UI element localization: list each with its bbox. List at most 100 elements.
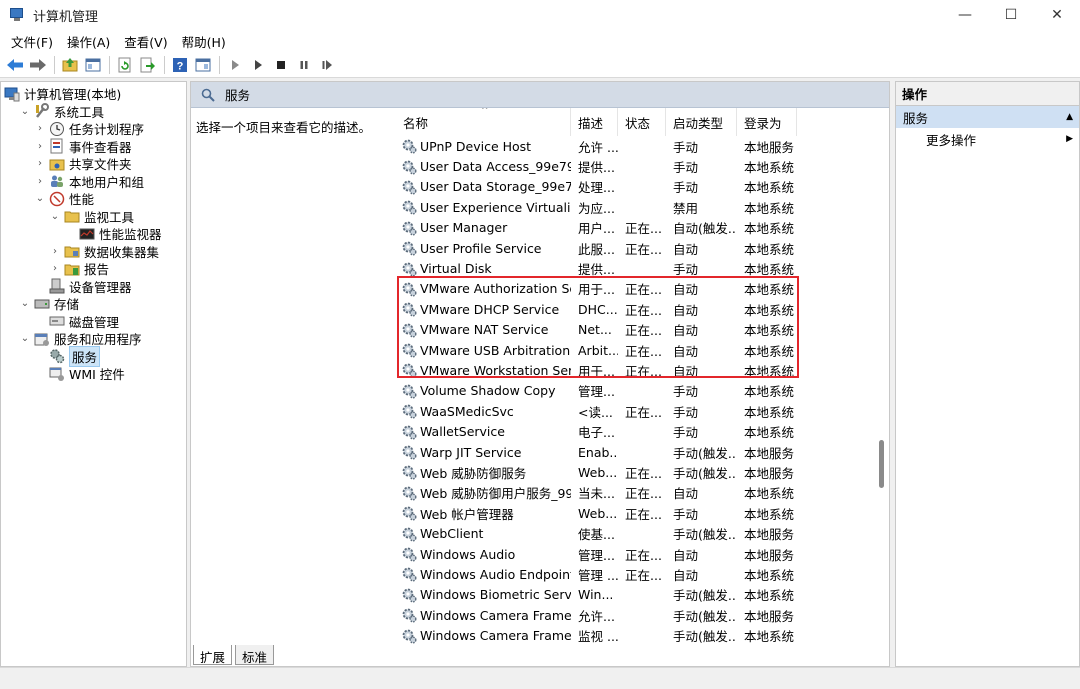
tree-item-label: 系统工具 <box>54 104 105 120</box>
tree-item[interactable]: 设备管理器 <box>34 278 132 295</box>
show-hide-tree-button[interactable] <box>82 54 104 76</box>
column-header-description[interactable]: 描述 <box>571 108 618 136</box>
service-startup-type: 自动 <box>673 567 699 583</box>
scrollbar-thumb[interactable] <box>879 440 884 488</box>
expanded-chevron-icon[interactable]: ⌄ <box>19 298 31 309</box>
collapsed-chevron-icon[interactable]: › <box>34 123 46 134</box>
collapsed-chevron-icon[interactable]: › <box>34 158 46 169</box>
service-row[interactable]: Windows Camera Frame Ser... 监视 ... 手动(触发..… <box>396 625 889 644</box>
service-row[interactable]: Windows Audio Endpoint B... 管理 ... 正在... 自动… <box>396 564 889 584</box>
more-actions-item[interactable]: 更多操作 ▶ <box>896 128 1079 150</box>
tree-item[interactable]: WMI 控件 <box>34 365 125 382</box>
service-startup-type: 自动 <box>673 241 699 257</box>
service-row[interactable]: VMware DHCP Service DHC... 正在... 自动 本地系统 <box>396 299 889 319</box>
collapsed-chevron-icon[interactable]: › <box>34 141 46 152</box>
start-service-alt-button[interactable] <box>247 54 269 76</box>
tree-item[interactable]: › 事件查看器 <box>34 138 132 155</box>
refresh-button[interactable] <box>114 54 136 76</box>
restart-service-button[interactable] <box>316 54 338 76</box>
toolbar-separator <box>164 55 165 74</box>
column-header-name[interactable]: 名称 ^ <box>396 108 571 136</box>
minimize-button[interactable]: — <box>942 0 988 30</box>
expanded-chevron-icon[interactable]: ⌄ <box>34 193 46 204</box>
service-name: Volume Shadow Copy <box>396 383 571 399</box>
service-description: 允许 ... <box>578 139 618 155</box>
tree-item[interactable]: ⌄ 性能 <box>34 190 94 207</box>
tree-item[interactable]: › 数据收集器集 <box>49 243 159 260</box>
forward-button[interactable] <box>27 54 49 76</box>
menu-file[interactable]: 文件(F) <box>4 32 60 51</box>
service-row[interactable]: User Data Access_99e79 提供... 手动 本地系统 <box>396 156 889 176</box>
service-row[interactable]: Volume Shadow Copy 管理... 手动 本地系统 <box>396 381 889 401</box>
service-row[interactable]: Windows Camera Frame S... 允许... 手动(触发... 本地… <box>396 605 889 625</box>
service-row[interactable]: WaaSMedicSvc <读... 正在... 手动 本地系统 <box>396 401 889 421</box>
service-row[interactable]: WebClient 使基... 手动(触发... 本地服务 <box>396 523 889 543</box>
service-row[interactable]: User Experience Virtualizat... 为应... 禁用 本地系… <box>396 197 889 217</box>
column-header-log-on-as[interactable]: 登录为 <box>737 108 797 136</box>
service-row[interactable]: VMware Authorization Ser... 用于... 正在... 自动 本… <box>396 279 889 299</box>
service-row[interactable]: Windows Biometric Service Win... 手动(触发... 本… <box>396 585 889 605</box>
tab-extended[interactable]: 扩展 <box>193 645 233 665</box>
menu-view[interactable]: 查看(V) <box>117 32 174 51</box>
vertical-scrollbar[interactable] <box>876 110 888 640</box>
clock-icon <box>49 121 65 137</box>
service-row[interactable]: User Data Storage_99e79 处理... 手动 本地系统 <box>396 177 889 197</box>
tree-item[interactable]: 性能监视器 <box>64 225 162 242</box>
service-row[interactable]: VMware USB Arbitration S... Arbit... 正在...… <box>396 340 889 360</box>
service-row[interactable]: Warp JIT Service Enab... 手动(触发... 本地服务 <box>396 442 889 462</box>
stop-service-button[interactable] <box>270 54 292 76</box>
collapsed-chevron-icon[interactable]: › <box>49 263 61 274</box>
expanded-chevron-icon[interactable]: ⌄ <box>19 106 31 117</box>
tree-item[interactable]: 磁盘管理 <box>34 313 119 330</box>
menu-help[interactable]: 帮助(H) <box>175 32 233 51</box>
collapsed-chevron-icon[interactable]: › <box>49 246 61 257</box>
maximize-button[interactable]: ☐ <box>988 0 1034 30</box>
tree-item[interactable]: › 任务计划程序 <box>34 120 144 137</box>
tree-item[interactable]: ⌄ 服务和应用程序 <box>19 330 142 347</box>
tree-item[interactable]: 服务 <box>34 345 101 367</box>
back-button[interactable] <box>4 54 26 76</box>
close-button[interactable]: ✕ <box>1034 0 1080 30</box>
service-row[interactable]: Windows Audio 管理... 正在... 自动 本地服务 <box>396 544 889 564</box>
pause-service-button[interactable] <box>293 54 315 76</box>
stop-icon <box>277 60 285 69</box>
actions-section-services[interactable]: 服务 ▲ <box>896 106 1079 128</box>
service-row[interactable]: Web 帐户管理器 Web... 正在... 手动 本地系统 <box>396 503 889 523</box>
service-row[interactable]: Virtual Disk 提供... 手动 本地系统 <box>396 258 889 278</box>
help-button[interactable]: ? <box>169 54 191 76</box>
service-name: User Manager <box>396 220 571 236</box>
service-row[interactable]: VMware NAT Service Net... 正在... 自动 本地系统 <box>396 320 889 340</box>
service-log-on-as: 本地系统 <box>744 160 795 176</box>
service-gear-icon <box>401 240 417 256</box>
service-row[interactable]: Web 威胁防御服务 Web... 正在... 手动(触发... 本地服务 <box>396 462 889 482</box>
service-row[interactable]: UPnP Device Host 允许 ... 手动 本地服务 <box>396 136 889 156</box>
device-manager-icon <box>49 278 65 294</box>
tree-item[interactable]: › 报告 <box>49 260 109 277</box>
service-row[interactable]: User Manager 用户... 正在... 自动(触发... 本地系统 <box>396 218 889 238</box>
tree-item[interactable]: 计算机管理(本地) <box>4 85 121 102</box>
tree-item[interactable]: › 本地用户和组 <box>34 173 144 190</box>
tree-item[interactable]: ⌄ 监视工具 <box>49 208 134 225</box>
expanded-chevron-icon[interactable]: ⌄ <box>19 333 31 344</box>
service-row[interactable]: Web 威胁防御用户服务_99... 当未... 正在... 自动 本地系统 <box>396 483 889 503</box>
service-row[interactable]: VMware Workstation Server 用于... 正在... 自动 本地系… <box>396 360 889 380</box>
service-row[interactable]: User Profile Service 此服... 正在... 自动 本地系统 <box>396 238 889 258</box>
tree-item[interactable]: ⌄ 存储 <box>19 295 79 312</box>
expanded-chevron-icon[interactable]: ⌄ <box>49 211 61 222</box>
service-rows: UPnP Device Host 允许 ... 手动 本地服务 User Data Ac… <box>396 136 889 644</box>
tab-standard[interactable]: 标准 <box>235 645 275 665</box>
service-name: VMware NAT Service <box>396 322 571 338</box>
play-step-icon <box>255 59 262 70</box>
service-row[interactable]: WalletService 电子... 手动 本地系统 <box>396 421 889 441</box>
export-list-button[interactable] <box>137 54 159 76</box>
column-header-startup-type[interactable]: 启动类型 <box>666 108 737 136</box>
tree-item[interactable]: › 共享文件夹 <box>34 155 132 172</box>
up-level-button[interactable] <box>59 54 81 76</box>
collapsed-chevron-icon[interactable]: › <box>34 176 46 187</box>
show-hide-action-pane-button[interactable] <box>192 54 214 76</box>
tree-item[interactable]: ⌄ 系统工具 <box>19 103 104 120</box>
menu-action[interactable]: 操作(A) <box>60 32 117 51</box>
forward-arrow-icon <box>30 58 46 71</box>
column-header-status[interactable]: 状态 <box>618 108 666 136</box>
start-service-button[interactable] <box>224 54 246 76</box>
